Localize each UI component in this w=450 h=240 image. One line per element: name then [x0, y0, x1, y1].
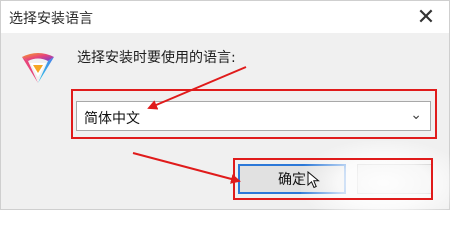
- arrow-to-language-select: [147, 66, 247, 110]
- annotation-arrows: [132, 66, 247, 184]
- arrow-to-ok-button: [132, 152, 241, 184]
- language-dialog: 选择安装语言 ✕ 选择安装时要使用的语言: 简体中文 ⌄ 确定: [0, 0, 450, 211]
